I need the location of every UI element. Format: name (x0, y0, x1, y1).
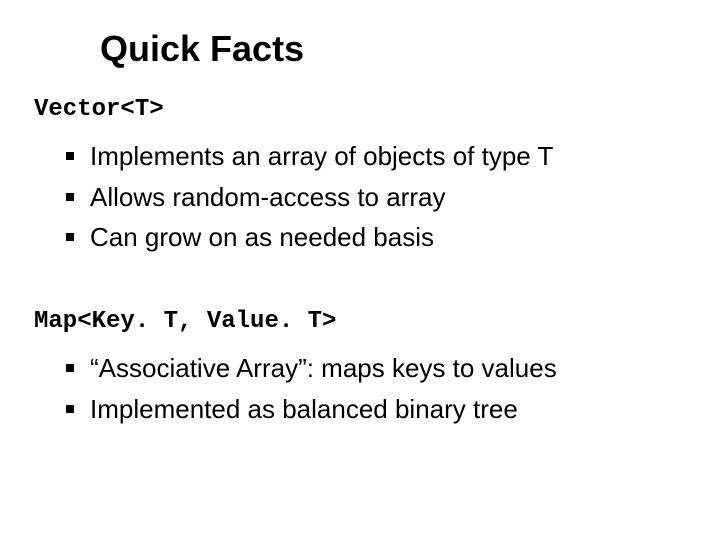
list-item: Allows random-access to array (62, 181, 553, 214)
list-item: “Associative Array”: maps keys to values (62, 352, 557, 385)
list-item: Can grow on as needed basis (62, 221, 553, 254)
list-item: Implements an array of objects of type T (62, 140, 553, 173)
list-item: Implemented as balanced binary tree (62, 393, 557, 426)
bullet-list-vector: Implements an array of objects of type T… (62, 140, 553, 262)
bullet-list-map: “Associative Array”: maps keys to values… (62, 352, 557, 433)
slide: Quick Facts Vector<T> Implements an arra… (0, 0, 720, 540)
slide-title: Quick Facts (100, 28, 304, 70)
section-heading-vector: Vector<T> (34, 96, 164, 123)
section-heading-map: Map<Key. T, Value. T> (34, 308, 336, 335)
